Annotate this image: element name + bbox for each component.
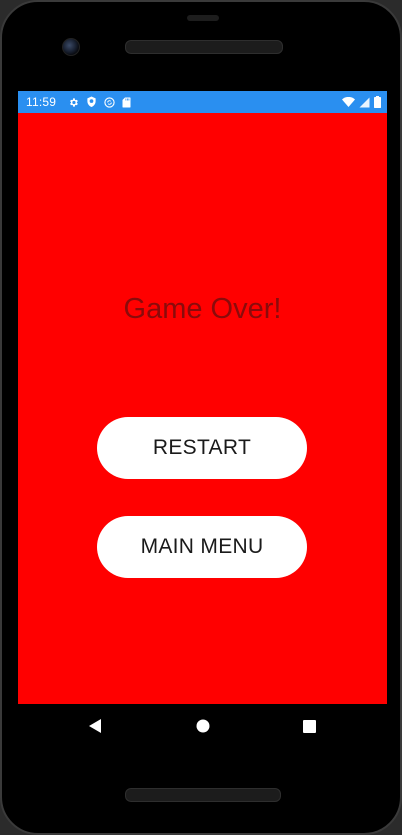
status-bar: 11:59 <box>18 91 387 113</box>
status-notification-icons <box>68 96 131 108</box>
restart-button[interactable]: RESTART <box>97 417 307 479</box>
home-button[interactable] <box>191 714 215 738</box>
main-menu-button[interactable]: MAIN MENU <box>97 516 307 578</box>
recents-icon <box>302 719 316 733</box>
wifi-icon <box>342 96 355 108</box>
game-over-screen: Game Over! RESTART MAIN MENU <box>18 113 387 704</box>
sync-icon <box>104 96 115 108</box>
earpiece-slit <box>187 15 219 21</box>
front-camera <box>62 38 80 56</box>
battery-icon <box>374 96 381 108</box>
recents-button[interactable] <box>297 714 321 738</box>
sd-card-icon <box>122 97 131 108</box>
status-system-icons <box>342 96 381 108</box>
home-icon <box>196 719 210 733</box>
cellular-signal-icon <box>359 97 370 108</box>
gear-icon <box>68 97 79 108</box>
back-button[interactable] <box>83 714 107 738</box>
status-time: 11:59 <box>26 95 57 109</box>
device-frame: 11:59 Game Over! RESTART MAIN MENU <box>0 0 402 835</box>
game-over-title: Game Over! <box>123 293 282 325</box>
device-screen: 11:59 Game Over! RESTART MAIN MENU <box>18 91 387 749</box>
bottom-speaker-grille <box>125 788 281 802</box>
navigation-bar <box>18 704 387 749</box>
back-icon <box>88 719 101 733</box>
top-speaker-grille <box>125 40 283 54</box>
shield-icon <box>86 96 97 108</box>
